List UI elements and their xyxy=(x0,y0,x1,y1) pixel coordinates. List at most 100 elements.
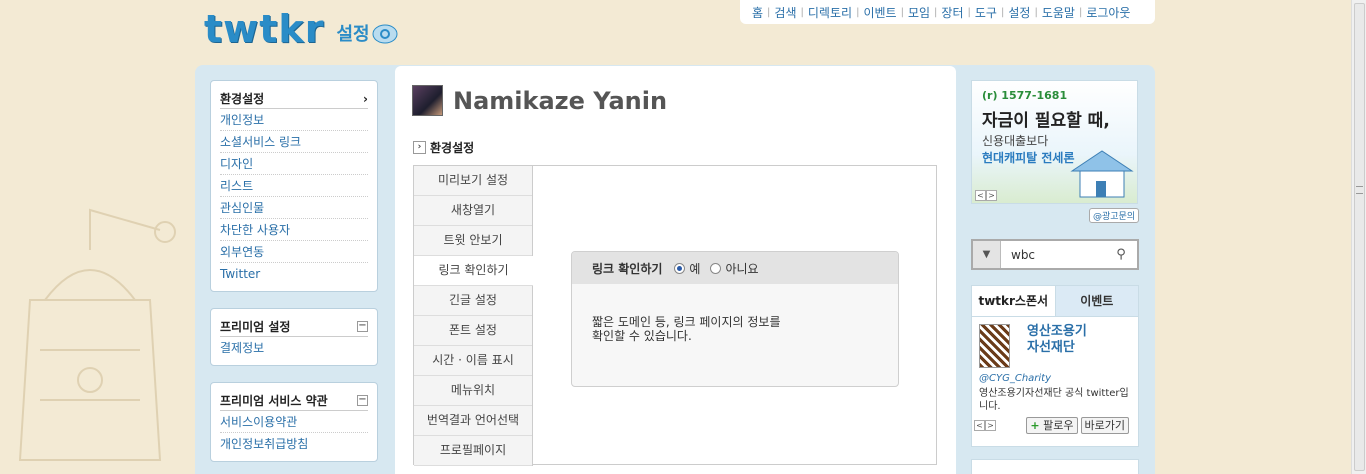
menu-item[interactable]: 외부연동 xyxy=(220,241,368,263)
settings-tabs: 미리보기 설정 새창열기 트윗 안보기 링크 확인하기 긴글 설정 폰트 설정 시간 · 이… xyxy=(414,166,533,466)
settings-tab[interactable]: 트윗 안보기 xyxy=(414,226,532,256)
radio-no[interactable] xyxy=(710,262,722,274)
advertisement-banner[interactable]: (r) 1577-1681 자금이 필요할 때, 신용대출보다 현대캐피탈 전세… xyxy=(971,80,1138,204)
logo-word: twtkr xyxy=(204,7,325,51)
plus-icon: + xyxy=(1030,419,1040,432)
sponsor-footer: < > + 팔로우 바로가기 xyxy=(972,413,1138,434)
settings-tab[interactable]: 폰트 설정 xyxy=(414,316,532,346)
ad-prev-button[interactable]: < xyxy=(975,190,986,201)
go-button[interactable]: 바로가기 xyxy=(1080,417,1129,434)
nav-separator: | xyxy=(900,6,904,18)
settings-tab[interactable]: 프로필페이지 xyxy=(414,436,532,466)
setting-header: 링크 확인하기 예 아니요 xyxy=(572,252,898,284)
nav-separator: | xyxy=(767,6,771,18)
topnav-link[interactable]: 모임 xyxy=(908,4,930,21)
twtkr-logo[interactable]: twtkr 설정 xyxy=(204,10,398,48)
main-content: Namikaze Yanin › 환경설정 미리보기 설정 새창열기 트윗 안보기 링… xyxy=(395,66,956,474)
sponsor-prev-button[interactable]: < xyxy=(974,420,985,431)
topnav-link[interactable]: 설정 xyxy=(1008,4,1030,21)
next-widget xyxy=(971,459,1139,474)
house-illustration xyxy=(1070,150,1134,198)
settings-tab[interactable]: 시간 · 이름 표시 xyxy=(414,346,532,376)
sponsor-account[interactable]: @CYG_Charity xyxy=(972,368,1138,384)
settings-tab[interactable]: 링크 확인하기 xyxy=(414,256,533,286)
settings-tab[interactable]: 미리보기 설정 xyxy=(414,166,532,196)
settings-tab[interactable]: 긴글 설정 xyxy=(414,286,532,316)
collapse-icon[interactable]: − xyxy=(357,321,368,332)
search-box: ▼ ⚲ xyxy=(971,239,1139,270)
topnav-link[interactable]: 도구 xyxy=(975,4,997,21)
chevron-right-icon: › xyxy=(363,91,368,106)
premium-settings-header[interactable]: 프리미엄 설정 − xyxy=(220,317,368,337)
link-check-setting-card: 링크 확인하기 예 아니요 짧은 도메인 등, 링크 페이지의 정보를 확인할 … xyxy=(571,251,899,387)
follow-button[interactable]: + 팔로우 xyxy=(1026,417,1078,434)
sponsor-logo xyxy=(979,324,1010,368)
breadcrumb: › 환경설정 xyxy=(413,139,474,156)
breadcrumb-label: 환경설정 xyxy=(430,141,475,155)
sponsor-name-line-1: 영산조용기 xyxy=(1027,324,1087,339)
gear-icon xyxy=(372,24,398,44)
profile-name: Namikaze Yanin xyxy=(453,86,668,115)
coffee-grinder-illustration xyxy=(18,208,176,461)
premium-terms-header[interactable]: 프리미엄 서비스 약관 − xyxy=(220,391,368,411)
setting-label: 링크 확인하기 xyxy=(592,261,663,276)
option-yes[interactable]: 예 xyxy=(674,260,700,277)
menu-item[interactable]: 리스트 xyxy=(220,175,368,197)
option-no[interactable]: 아니요 xyxy=(710,260,759,277)
nav-separator: | xyxy=(1034,6,1038,18)
menu-item[interactable]: 개인정보취급방침 xyxy=(220,433,368,455)
premium-settings-menu: 프리미엄 설정 − 결제정보 xyxy=(210,308,378,366)
ad-inquiry-link[interactable]: @광고문의 xyxy=(1089,208,1139,223)
topnav-link[interactable]: 장터 xyxy=(941,4,963,21)
sponsor-name-line-2: 자선재단 xyxy=(1027,340,1075,355)
radio-yes[interactable] xyxy=(674,262,686,274)
left-sidebar: 환경설정 › 개인정보 소셜서비스 링크 디자인 리스트 관심인물 차단한 사용자 외부연동… xyxy=(210,80,378,462)
setting-description: 짧은 도메인 등, 링크 페이지의 정보를 확인할 수 있습니다. xyxy=(572,284,832,343)
menu-item[interactable]: 차단한 사용자 xyxy=(220,219,368,241)
nav-separator: | xyxy=(934,6,938,18)
logo-subtitle: 설정 xyxy=(336,24,370,45)
sponsor-tabs: twtkr스폰서 이벤트 xyxy=(972,286,1138,317)
topnav-link[interactable]: 이벤트 xyxy=(863,4,896,21)
settings-panel: 미리보기 설정 새창열기 트윗 안보기 링크 확인하기 긴글 설정 폰트 설정 시간 · 이… xyxy=(413,165,937,466)
ad-next-button[interactable]: > xyxy=(986,190,997,201)
settings-tab[interactable]: 새창열기 xyxy=(414,196,532,226)
chevron-down-icon[interactable]: ▼ xyxy=(973,241,1001,268)
scrollbar-thumb[interactable] xyxy=(1354,3,1365,471)
setting-description-line-1: 짧은 도메인 등, 링크 페이지의 정보를 xyxy=(592,315,781,329)
topnav-link[interactable]: 디렉토리 xyxy=(808,4,852,21)
settings-menu-title: 환경설정 xyxy=(220,92,265,106)
topnav-link[interactable]: 홈 xyxy=(752,4,763,21)
search-input[interactable] xyxy=(1001,247,1109,262)
collapse-icon[interactable]: − xyxy=(357,395,368,406)
menu-item[interactable]: Twitter xyxy=(220,263,368,285)
sponsor-name[interactable]: 영산조용기 자선재단 xyxy=(1027,324,1087,368)
settings-tab[interactable]: 메뉴위치 xyxy=(414,376,532,406)
menu-item[interactable]: 디자인 xyxy=(220,153,368,175)
menu-item[interactable]: 서비스이용약관 xyxy=(220,411,368,433)
topnav-link[interactable]: 검색 xyxy=(774,4,796,21)
tab-sponsor[interactable]: twtkr스폰서 xyxy=(972,286,1055,316)
nav-separator: | xyxy=(1078,6,1083,18)
menu-item[interactable]: 소셜서비스 링크 xyxy=(220,131,368,153)
topnav-link[interactable]: 로그아웃 xyxy=(1086,4,1130,21)
settings-tab[interactable]: 번역결과 언어선택 xyxy=(414,406,532,436)
vertical-scrollbar[interactable] xyxy=(1351,0,1366,474)
menu-item[interactable]: 결제정보 xyxy=(220,337,368,359)
ad-phone: (r) 1577-1681 xyxy=(982,89,1068,102)
nav-separator: | xyxy=(856,6,860,18)
scrollbar-grip xyxy=(1356,186,1363,194)
avatar[interactable] xyxy=(412,85,443,116)
search-icon[interactable]: ⚲ xyxy=(1109,247,1133,262)
profile-header: Namikaze Yanin xyxy=(412,85,667,116)
menu-item[interactable]: 관심인물 xyxy=(220,197,368,219)
tab-event[interactable]: 이벤트 xyxy=(1054,286,1138,316)
ad-subline: 신용대출보다 xyxy=(982,134,1049,148)
settings-menu-header[interactable]: 환경설정 › xyxy=(220,89,368,109)
chevron-right-icon: › xyxy=(413,141,426,154)
sponsor-org[interactable]: 영산조용기 자선재단 xyxy=(972,317,1138,368)
menu-item[interactable]: 개인정보 xyxy=(220,109,368,131)
topnav-link[interactable]: 도움말 xyxy=(1042,4,1075,21)
sponsor-next-button[interactable]: > xyxy=(985,420,996,431)
follow-label: 팔로우 xyxy=(1043,419,1074,432)
